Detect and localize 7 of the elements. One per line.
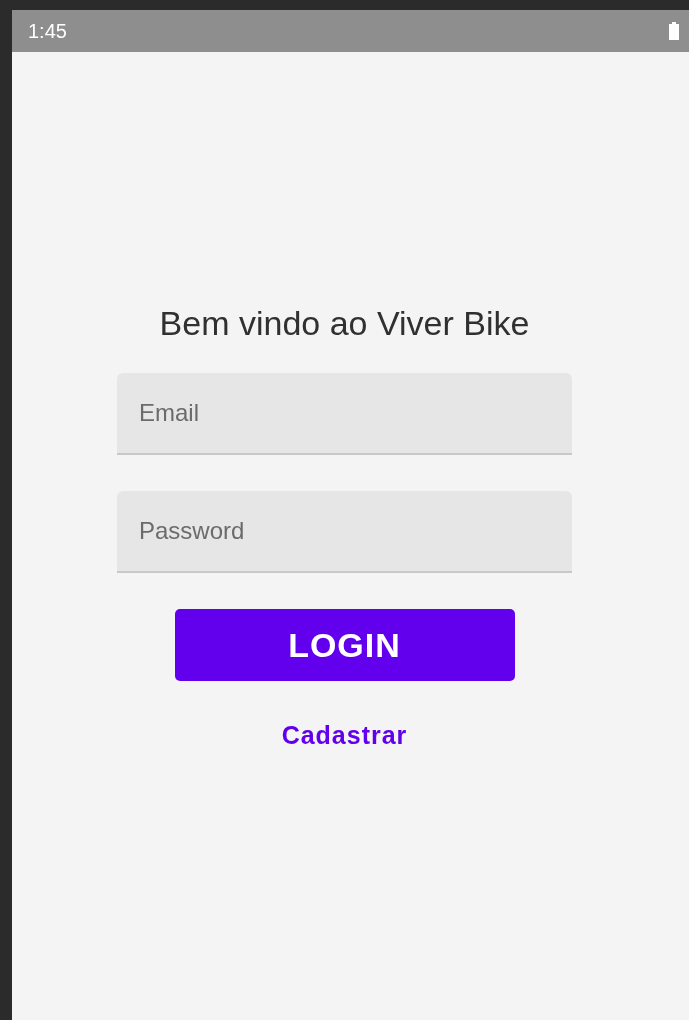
input-field[interactable]: Password: [117, 491, 572, 573]
login-button[interactable]: LOGIN: [174, 609, 515, 681]
welcome-title: Bem vindo ao Viver Bike: [159, 304, 530, 343]
register-link[interactable]: Cadastrar: [281, 721, 408, 750]
input-field[interactable]: Email: [117, 373, 572, 455]
battery-icon: [669, 22, 679, 40]
status-time: 1:45: [28, 19, 67, 43]
